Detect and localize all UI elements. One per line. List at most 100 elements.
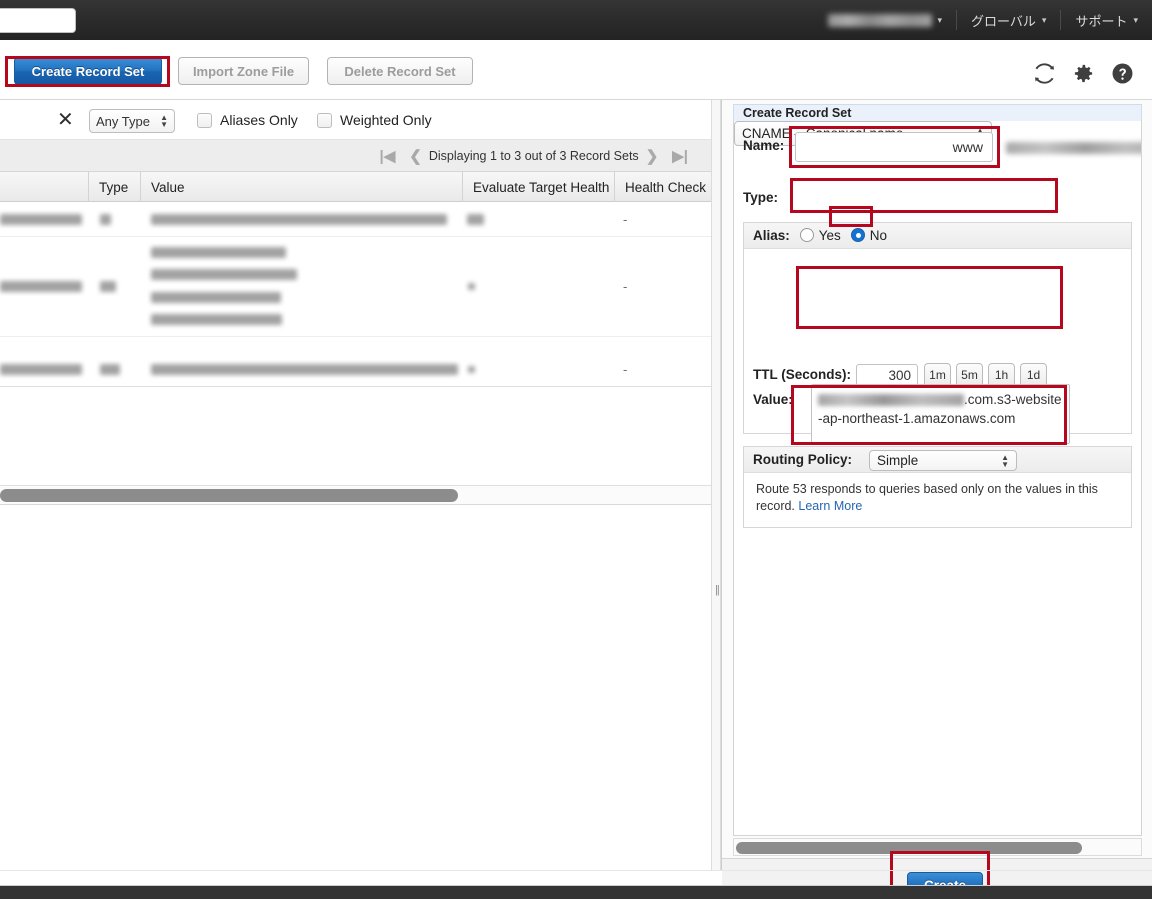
highlight-box-type-field xyxy=(790,178,1058,213)
ttl-input-value: 300 xyxy=(888,368,911,383)
page-bottom-divider xyxy=(0,870,1152,871)
help-icon[interactable] xyxy=(1111,62,1134,85)
row-eth-redacted xyxy=(467,214,484,225)
record-table-header: Type Value Evaluate Target Health Health… xyxy=(0,172,717,202)
column-header-value[interactable]: Value xyxy=(140,172,460,202)
value-textarea[interactable]: .com.s3-website-ap-northeast-1.amazonaws… xyxy=(811,384,1070,444)
page-bottom-strip xyxy=(0,885,1152,899)
panel-splitter[interactable]: || xyxy=(711,100,721,870)
record-list-empty-area xyxy=(0,505,717,870)
create-record-set-form: Name: www Type: CNAME – Canonical name ▲… xyxy=(733,121,1142,836)
pagination-bar: |◀ ❮ Displaying 1 to 3 out of 3 Record S… xyxy=(0,140,717,172)
row-health-check-id: - xyxy=(623,362,628,377)
row-health-check-id: - xyxy=(623,212,628,227)
name-domain-suffix-redacted xyxy=(1006,142,1141,154)
weighted-only-checkbox[interactable]: Weighted Only xyxy=(317,112,432,128)
record-table-hscrollbar-thumb[interactable] xyxy=(0,489,458,502)
account-menu[interactable]: ▾ xyxy=(814,0,957,40)
row-type-redacted xyxy=(100,364,120,375)
table-row[interactable]: - xyxy=(0,202,717,237)
checkbox-box xyxy=(197,112,212,128)
value-label: Value: xyxy=(753,392,793,407)
toolbar xyxy=(0,40,1152,100)
name-input[interactable]: www xyxy=(795,132,993,162)
account-name-redacted xyxy=(827,13,932,27)
chevron-down-icon: ▾ xyxy=(1133,14,1138,25)
routing-policy-learn-more-link[interactable]: Learn More xyxy=(798,499,862,513)
row-value-line-redacted xyxy=(151,269,297,280)
routing-policy-select[interactable]: Simple ▲ ▼ xyxy=(869,450,1017,471)
region-menu-label: グローバル xyxy=(971,13,1036,29)
radio-circle-selected xyxy=(850,228,865,243)
alias-yes-radio[interactable]: Yes xyxy=(799,227,851,245)
row-value-redacted xyxy=(151,364,458,375)
alias-no-radio[interactable]: No xyxy=(850,227,897,245)
record-type-filter-value: Any Type xyxy=(96,113,150,129)
pager-next-button[interactable]: ❯ xyxy=(646,147,659,165)
type-label: Type: xyxy=(743,190,779,205)
record-type-filter-select[interactable]: Any Type ▲ ▼ xyxy=(89,109,175,133)
row-value-redacted xyxy=(151,214,447,225)
row-type-redacted xyxy=(100,281,116,292)
routing-policy-description: Route 53 responds to queries based only … xyxy=(756,481,1118,515)
panel-hscrollbar[interactable] xyxy=(733,838,1142,856)
support-menu-label: サポート xyxy=(1075,13,1128,29)
chevron-down-icon: ▾ xyxy=(1041,14,1047,25)
row-health-check-id: - xyxy=(623,279,628,294)
routing-policy-section: Routing Policy: Simple ▲ ▼ Route 53 respo… xyxy=(743,446,1132,528)
import-zone-file-button[interactable]: Import Zone File xyxy=(178,57,309,85)
ttl-label: TTL (Seconds): xyxy=(753,367,852,382)
panel-hscrollbar-thumb[interactable] xyxy=(736,842,1082,854)
routing-policy-value: Simple xyxy=(877,453,919,468)
table-row[interactable]: - xyxy=(0,237,717,337)
column-header-type[interactable]: Type xyxy=(88,172,138,202)
alias-label: Alias: xyxy=(753,228,790,243)
name-label: Name: xyxy=(743,138,785,153)
routing-policy-label: Routing Policy: xyxy=(753,452,852,467)
row-value-line-redacted xyxy=(151,292,281,303)
row-value-line-redacted xyxy=(151,247,286,258)
chevron-down-icon: ▾ xyxy=(937,14,943,25)
record-table-body: - - - xyxy=(0,202,717,387)
row-type-redacted xyxy=(100,214,111,225)
refresh-icon[interactable] xyxy=(1033,62,1056,85)
table-row[interactable]: - xyxy=(0,337,717,387)
stepper-arrows-icon: ▲▼ xyxy=(160,113,168,129)
radio-circle xyxy=(799,228,814,243)
alias-section: Alias: Yes No TTL (Seconds): 300 1m 5m 1… xyxy=(743,222,1132,527)
row-eth-redacted xyxy=(468,283,475,290)
column-header-evaluate-target-health[interactable]: Evaluate Target Health xyxy=(462,172,612,202)
stepper-arrows-icon: ▲▼ xyxy=(1001,452,1009,469)
pagination-status: Displaying 1 to 3 out of 3 Record Sets xyxy=(428,148,639,163)
create-record-set-panel: Create Record Set Name: www Type: CNAME … xyxy=(721,100,1152,899)
support-menu[interactable]: サポート ▾ xyxy=(1061,0,1152,40)
gear-icon[interactable] xyxy=(1072,62,1095,85)
row-value-line-redacted xyxy=(151,314,282,325)
clear-search-icon[interactable]: ✕ xyxy=(57,110,74,130)
row-name-redacted xyxy=(0,364,82,375)
app-root: ▾ グローバル ▾ サポート ▾ Create Record Set Impor… xyxy=(0,0,1152,899)
aliases-only-checkbox[interactable]: Aliases Only xyxy=(197,112,298,128)
pager-first-button[interactable]: |◀ xyxy=(380,147,396,165)
search-input[interactable] xyxy=(0,8,76,33)
column-header-health-check-id[interactable]: Health Check ID xyxy=(614,172,717,202)
delete-record-set-button[interactable]: Delete Record Set xyxy=(327,57,473,85)
pager-prev-button[interactable]: ❮ xyxy=(409,147,422,165)
record-sets-panel: |◀ ❮ Displaying 1 to 3 out of 3 Record S… xyxy=(0,100,717,870)
alias-yes-label: Yes xyxy=(818,227,841,243)
weighted-only-label: Weighted Only xyxy=(340,112,432,128)
create-record-set-button[interactable]: Create Record Set xyxy=(14,57,162,85)
row-eth-redacted xyxy=(468,366,475,373)
record-table-hscrollbar[interactable] xyxy=(0,485,717,505)
toolbar-icon-group xyxy=(1033,62,1134,85)
row-name-redacted xyxy=(0,281,82,292)
row-name-redacted xyxy=(0,214,82,225)
alias-row: Alias: Yes No xyxy=(744,223,1131,249)
region-menu[interactable]: グローバル ▾ xyxy=(957,0,1060,40)
aliases-only-label: Aliases Only xyxy=(220,112,298,128)
checkbox-box xyxy=(317,112,332,128)
pager-last-button[interactable]: ▶| xyxy=(672,147,688,165)
routing-policy-row: Routing Policy: Simple ▲ ▼ xyxy=(744,447,1131,473)
global-nav-bar: ▾ グローバル ▾ サポート ▾ xyxy=(0,0,1152,40)
splitter-grip-icon: || xyxy=(715,584,720,596)
